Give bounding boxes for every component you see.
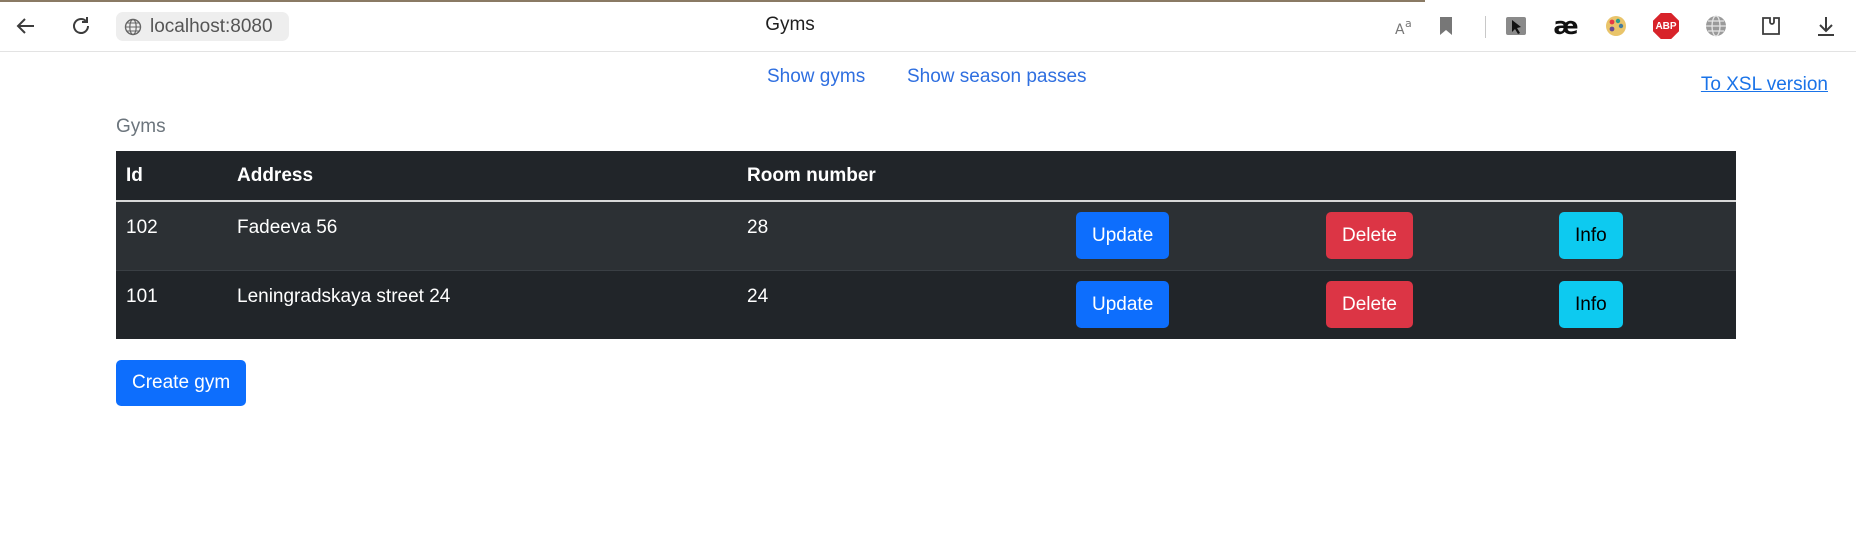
delete-cell: Delete [1316, 201, 1549, 270]
globe-extension-icon[interactable] [1700, 10, 1732, 42]
info-button[interactable]: Info [1559, 212, 1623, 260]
cell-id: 102 [126, 217, 158, 238]
header-id: Id [116, 151, 227, 202]
ae-extension-icon[interactable]: æ [1550, 10, 1582, 42]
cell-address: Fadeeva 56 [237, 217, 338, 238]
delete-button[interactable]: Delete [1326, 212, 1413, 260]
table-row: 102 Fadeeva 56 28 Update Delete Info [116, 201, 1736, 270]
browser-toolbar: localhost:8080 Gyms Aa æ ABP [0, 0, 1856, 52]
update-cell: Update [1066, 201, 1316, 270]
gyms-table: Id Address Room number 102 Fadeeva 56 28… [116, 151, 1736, 339]
table-row: 101 Leningradskaya street 24 24 Update D… [116, 270, 1736, 339]
info-cell: Info [1549, 201, 1736, 270]
svg-text:a: a [1405, 17, 1412, 30]
palette-extension-icon[interactable] [1600, 10, 1632, 42]
create-gym-button[interactable]: Create gym [116, 360, 247, 406]
header-address: Address [227, 151, 737, 202]
header-room-number: Room number [737, 151, 1066, 202]
update-button[interactable]: Update [1076, 212, 1170, 260]
cursor-extension-icon[interactable] [1500, 10, 1532, 42]
downloads-icon[interactable] [1810, 10, 1842, 42]
update-cell: Update [1066, 270, 1316, 339]
adblock-extension-icon[interactable]: ABP [1650, 10, 1682, 42]
cell-room-number: 24 [747, 285, 769, 307]
adblock-extension-label: ABP [1653, 13, 1679, 39]
header-empty [1316, 151, 1549, 202]
toolbar-divider [1485, 16, 1486, 38]
delete-cell: Delete [1316, 270, 1549, 339]
header-empty [1549, 151, 1736, 202]
delete-button[interactable]: Delete [1326, 281, 1413, 329]
update-button[interactable]: Update [1076, 281, 1170, 329]
bookmark-icon[interactable] [1430, 10, 1462, 42]
info-cell: Info [1549, 270, 1736, 339]
ae-extension-label: æ [1553, 12, 1579, 40]
table-header-row: Id Address Room number [116, 151, 1736, 202]
tab-strip-edge [0, 0, 1425, 2]
show-gyms-link[interactable]: Show gyms [767, 66, 865, 88]
info-button[interactable]: Info [1559, 281, 1623, 329]
cell-id: 101 [126, 285, 158, 307]
tab-title: Gyms [765, 14, 815, 35]
cell-room-number: 28 [747, 217, 769, 238]
extensions-icon[interactable] [1755, 10, 1787, 42]
show-season-passes-link[interactable]: Show season passes [907, 66, 1087, 88]
table-caption: Gyms [116, 116, 166, 137]
xsl-version-link[interactable]: To XSL version [1701, 74, 1828, 96]
header-empty [1066, 151, 1316, 202]
translate-icon[interactable]: Aa [1390, 10, 1422, 42]
cell-address: Leningradskaya street 24 [237, 285, 451, 307]
svg-text:A: A [1395, 22, 1405, 37]
